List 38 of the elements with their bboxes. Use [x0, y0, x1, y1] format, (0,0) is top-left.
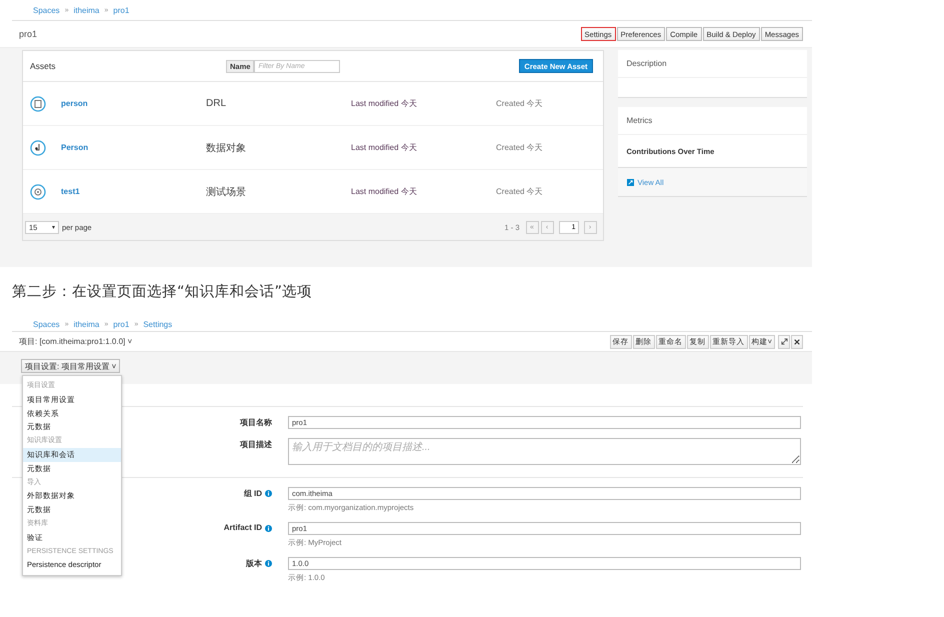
created-date: Created 今天 — [496, 186, 543, 197]
info-icon[interactable] — [265, 560, 272, 567]
modified-date: Last modified 今天 — [351, 186, 418, 197]
card-title: Metrics — [626, 116, 652, 125]
modified-date: Last modified 今天 — [351, 98, 418, 109]
expand-icon — [780, 338, 788, 345]
asset-icon — [30, 96, 46, 112]
modified-date: Last modified 今天 — [351, 142, 418, 153]
breadcrumb-link[interactable]: Spaces — [33, 6, 60, 14]
info-icon[interactable] — [265, 490, 272, 497]
asset-type: DRL — [206, 98, 228, 109]
field-label: 项目描述 — [240, 439, 272, 450]
field-label: 版本 — [246, 558, 262, 569]
description-field[interactable]: 输入用于文档目的的项目描述... — [288, 438, 801, 465]
field-label: 组 ID — [244, 488, 262, 499]
asset-link[interactable]: Person — [61, 143, 206, 152]
breadcrumb-link[interactable]: Spaces — [33, 320, 60, 329]
asset-type: 数据对象 — [206, 142, 247, 154]
asset-icon — [30, 184, 46, 200]
created-date: Created 今天 — [496, 142, 543, 153]
asset-icon — [30, 140, 46, 156]
panel-title: Assets — [30, 61, 57, 71]
created-date: Created 今天 — [496, 98, 543, 109]
asset-link[interactable]: person — [61, 99, 206, 108]
asset-link[interactable]: test1 — [61, 187, 206, 196]
close-button[interactable] — [791, 334, 803, 348]
project-title: pro1 — [19, 29, 38, 39]
field-label: 项目名称 — [240, 417, 272, 428]
close-icon — [794, 338, 800, 344]
external-link-icon — [626, 178, 634, 186]
field-label: Artifact ID — [224, 523, 262, 532]
project-selector[interactable]: 项目: [com.itheima:pro1:1.0.0] ˅ — [19, 336, 132, 347]
settings-dropdown[interactable]: 项目设置: 项目常用设置 ˅ — [21, 359, 120, 373]
step-caption: 第二步：在设置页面选择“知识库和会话”选项 — [12, 282, 312, 301]
card-title: Description — [626, 59, 667, 68]
info-icon[interactable] — [265, 525, 272, 532]
asset-type: 测试场景 — [206, 186, 247, 198]
maximize-button[interactable] — [778, 334, 790, 348]
